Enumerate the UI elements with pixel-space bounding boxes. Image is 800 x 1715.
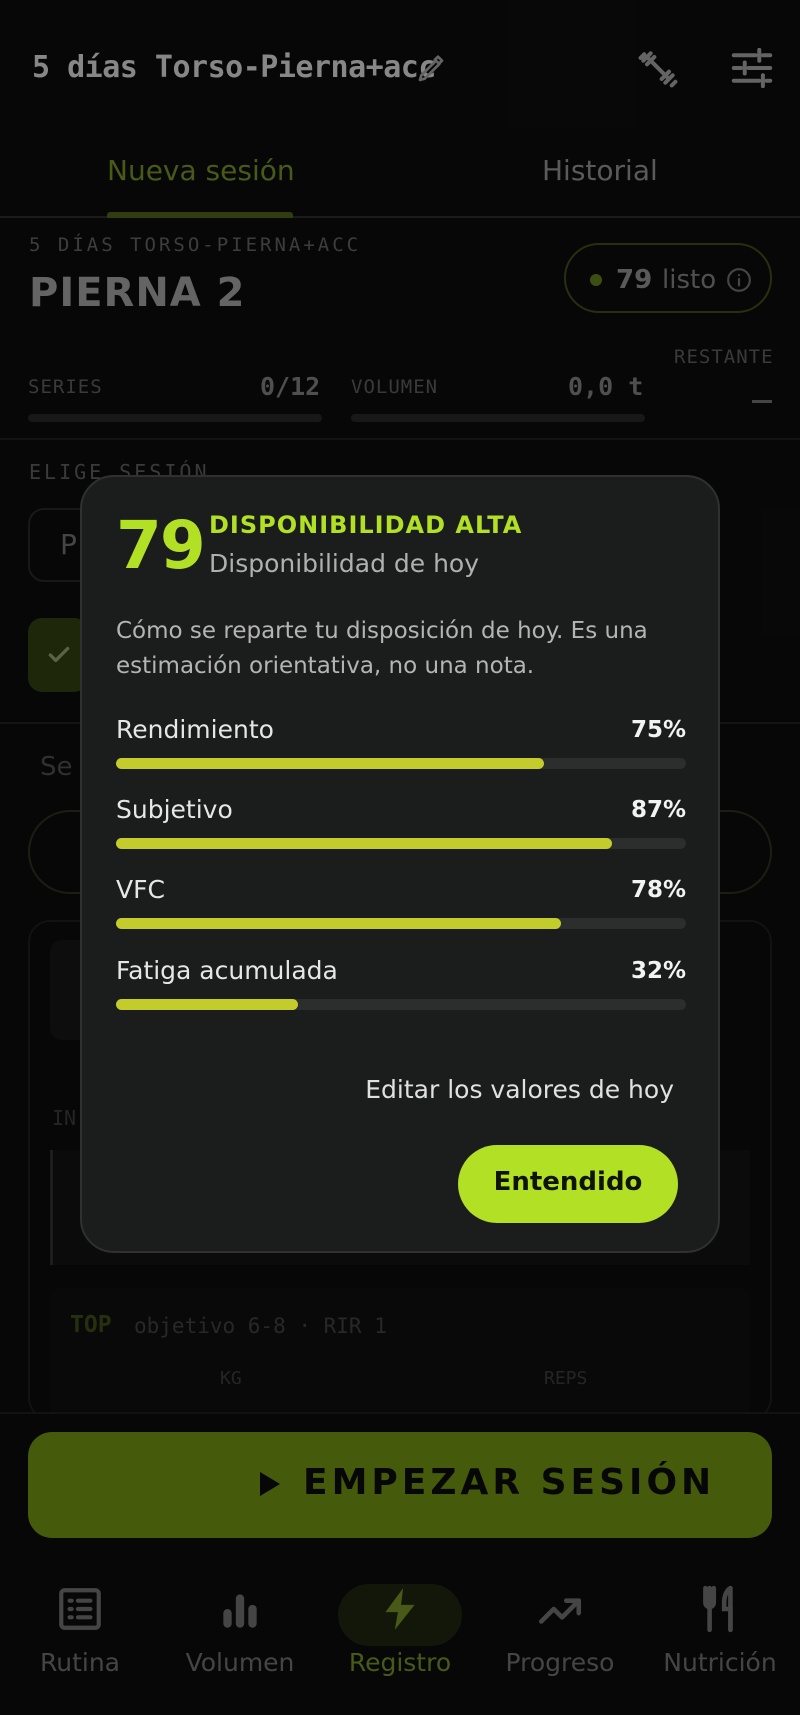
metric-fill bbox=[116, 838, 612, 849]
metric-row: VFC 78% bbox=[116, 875, 686, 945]
understood-button-label: Entendido bbox=[493, 1167, 643, 1197]
metric-track bbox=[116, 838, 686, 849]
edit-today-values-link[interactable]: Editar los valores de hoy bbox=[365, 1075, 674, 1104]
metric-percent: 32% bbox=[630, 958, 686, 984]
readiness-description: Cómo se reparte tu disposición de hoy. E… bbox=[116, 618, 648, 679]
readiness-level-title: DISPONIBILIDAD ALTA bbox=[209, 511, 523, 539]
metric-percent: 75% bbox=[630, 717, 686, 743]
metric-name: Subjetivo bbox=[116, 795, 233, 824]
metric-track bbox=[116, 918, 686, 929]
readiness-level-subtitle: Disponibilidad de hoy bbox=[209, 549, 480, 578]
metric-fill bbox=[116, 758, 544, 769]
metric-name: Fatiga acumulada bbox=[116, 956, 338, 985]
readiness-dialog: 79 DISPONIBILIDAD ALTA Disponibilidad de… bbox=[80, 475, 720, 1253]
readiness-score-large: 79 bbox=[116, 507, 206, 584]
metric-row: Fatiga acumulada 32% bbox=[116, 956, 686, 1026]
metric-row: Rendimiento 75% bbox=[116, 715, 686, 785]
metric-fill bbox=[116, 918, 561, 929]
metric-name: Rendimiento bbox=[116, 715, 274, 744]
metric-track bbox=[116, 758, 686, 769]
metric-name: VFC bbox=[116, 875, 165, 904]
metric-percent: 78% bbox=[630, 877, 686, 903]
metric-percent: 87% bbox=[630, 797, 686, 823]
metric-row: Subjetivo 87% bbox=[116, 795, 686, 865]
metric-fill bbox=[116, 999, 299, 1010]
understood-button[interactable]: Entendido bbox=[458, 1145, 678, 1223]
metric-track bbox=[116, 999, 686, 1010]
